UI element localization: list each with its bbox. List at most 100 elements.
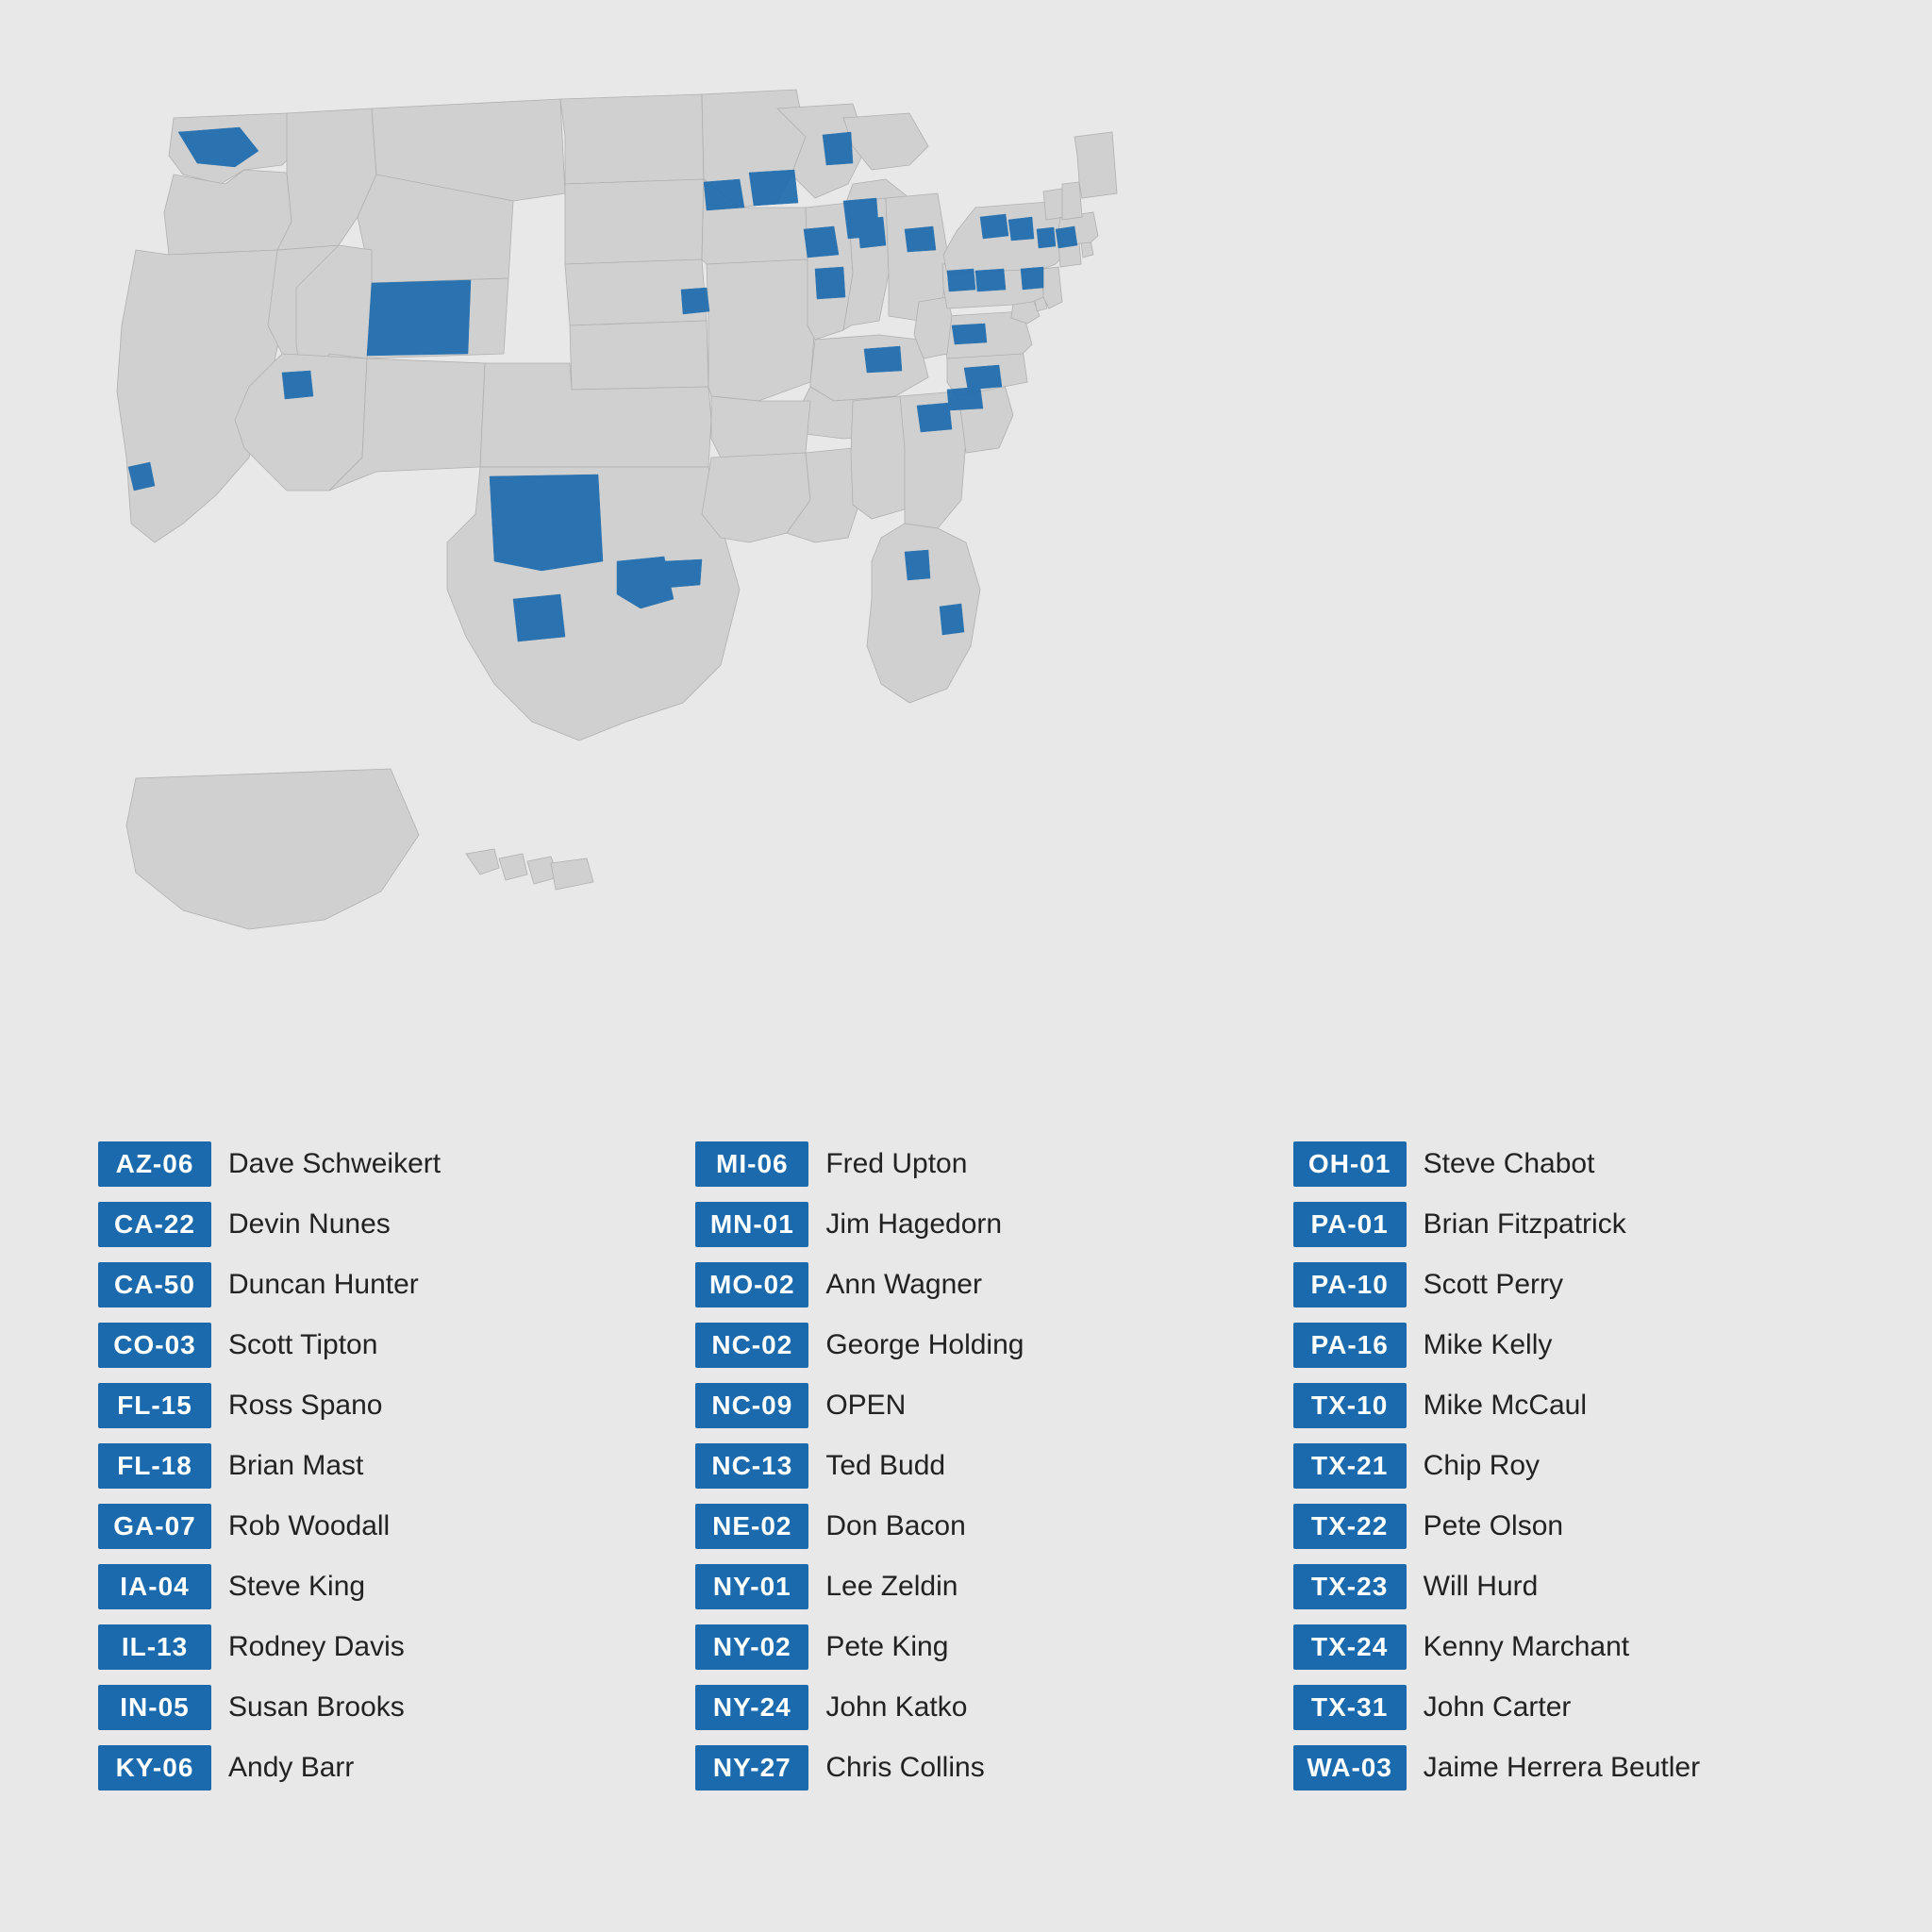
legend-item: PA-01 Brian Fitzpatrick: [1293, 1202, 1834, 1247]
representative-name: Pete Olson: [1424, 1510, 1563, 1542]
representative-name: Ann Wagner: [825, 1269, 982, 1301]
district-badge: KY-06: [98, 1745, 211, 1790]
district-badge: NY-01: [695, 1564, 808, 1609]
representative-name: Brian Mast: [228, 1450, 363, 1482]
legend-item: IL-13Rodney Davis: [98, 1624, 639, 1670]
district-badge: IN-05: [98, 1685, 211, 1730]
representative-name: Will Hurd: [1424, 1571, 1539, 1603]
district-badge: NY-27: [695, 1745, 808, 1790]
legend-item: CA-50 Duncan Hunter: [98, 1262, 639, 1307]
legend-item: IN-05 Susan Brooks: [98, 1685, 639, 1730]
representative-name: Jim Hagedorn: [825, 1208, 1002, 1241]
district-badge: CO-03: [98, 1323, 211, 1368]
district-badge: NE-02: [695, 1504, 808, 1549]
legend-item: OH-01 Steve Chabot: [1293, 1141, 1834, 1187]
district-badge: OH-01: [1293, 1141, 1407, 1187]
district-badge: NC-02: [695, 1323, 808, 1368]
legend-item: NC-13 Ted Budd: [695, 1443, 1236, 1489]
district-badge: MO-02: [695, 1262, 808, 1307]
district-badge: WA-03: [1293, 1745, 1407, 1790]
legend-item: AZ-06 Dave Schweikert: [98, 1141, 639, 1187]
representative-name: George Holding: [825, 1329, 1024, 1361]
representative-name: Devin Nunes: [228, 1208, 391, 1241]
district-badge: PA-10: [1293, 1262, 1407, 1307]
district-badge: MN-01: [695, 1202, 808, 1247]
representative-name: Ted Budd: [825, 1450, 945, 1482]
district-badge: TX-21: [1293, 1443, 1407, 1489]
legend-item: WA-03 Jaime Herrera Beutler: [1293, 1745, 1834, 1790]
representative-name: Scott Tipton: [228, 1329, 377, 1361]
representative-name: OPEN: [825, 1390, 906, 1422]
legend-item: NY-02 Pete King: [695, 1624, 1236, 1670]
legend-item: NE-02 Don Bacon: [695, 1504, 1236, 1549]
district-badge: NC-13: [695, 1443, 808, 1489]
legend-item: NY-27 Chris Collins: [695, 1745, 1236, 1790]
representative-name: Fred Upton: [825, 1148, 967, 1180]
legend-container: AZ-06 Dave Schweikert MI-06Fred Upton OH-01…: [60, 1123, 1872, 1809]
representative-name: Duncan Hunter: [228, 1269, 419, 1301]
legend-item: TX-31 John Carter: [1293, 1685, 1834, 1730]
representative-name: Ross Spano: [228, 1390, 382, 1422]
legend-item: FL-18 Brian Mast: [98, 1443, 639, 1489]
representative-name: Lee Zeldin: [825, 1571, 958, 1603]
district-badge: CA-22: [98, 1202, 211, 1247]
representative-name: Dave Schweikert: [228, 1148, 441, 1180]
legend-item: MN-01 Jim Hagedorn: [695, 1202, 1236, 1247]
legend-item: IA-04 Steve King: [98, 1564, 639, 1609]
district-badge: PA-01: [1293, 1202, 1407, 1247]
representative-name: Chris Collins: [825, 1752, 984, 1784]
district-badge: TX-22: [1293, 1504, 1407, 1549]
legend-item: NC-02 George Holding: [695, 1323, 1236, 1368]
district-badge: NY-24: [695, 1685, 808, 1730]
representative-name: Steve King: [228, 1571, 365, 1603]
representative-name: Jaime Herrera Beutler: [1424, 1752, 1700, 1784]
legend-item: TX-10 Mike McCaul: [1293, 1383, 1834, 1428]
district-badge: PA-16: [1293, 1323, 1407, 1368]
district-badge: FL-18: [98, 1443, 211, 1489]
legend-item: KY-06 Andy Barr: [98, 1745, 639, 1790]
legend-item: TX-22 Pete Olson: [1293, 1504, 1834, 1549]
representative-name: Don Bacon: [825, 1510, 965, 1542]
legend-item: TX-24 Kenny Marchant: [1293, 1624, 1834, 1670]
representative-name: Pete King: [825, 1631, 948, 1663]
legend-item: PA-16 Mike Kelly: [1293, 1323, 1834, 1368]
us-map: [60, 38, 1872, 1075]
district-badge: AZ-06: [98, 1141, 211, 1187]
representative-name: Mike Kelly: [1424, 1329, 1553, 1361]
representative-name: Susan Brooks: [228, 1691, 405, 1724]
legend-item: PA-10 Scott Perry: [1293, 1262, 1834, 1307]
district-badge: NY-02: [695, 1624, 808, 1670]
representative-name: Rob Woodall: [228, 1510, 390, 1542]
map-container: [60, 38, 1872, 1075]
legend-item: NY-01 Lee Zeldin: [695, 1564, 1236, 1609]
district-badge: IL-13: [98, 1624, 211, 1670]
legend-item: MI-06Fred Upton: [695, 1141, 1236, 1187]
district-badge: CA-50: [98, 1262, 211, 1307]
district-badge: TX-10: [1293, 1383, 1407, 1428]
district-badge: FL-15: [98, 1383, 211, 1428]
page-container: AZ-06 Dave Schweikert MI-06Fred Upton OH-01…: [0, 0, 1932, 1932]
representative-name: Brian Fitzpatrick: [1424, 1208, 1626, 1241]
legend-item: TX-21 Chip Roy: [1293, 1443, 1834, 1489]
representative-name: John Katko: [825, 1691, 967, 1724]
legend-item: NY-24 John Katko: [695, 1685, 1236, 1730]
district-badge: IA-04: [98, 1564, 211, 1609]
legend-item: CA-22 Devin Nunes: [98, 1202, 639, 1247]
legend-item: MO-02 Ann Wagner: [695, 1262, 1236, 1307]
district-badge: TX-23: [1293, 1564, 1407, 1609]
representative-name: John Carter: [1424, 1691, 1572, 1724]
representative-name: Mike McCaul: [1424, 1390, 1587, 1422]
representative-name: Steve Chabot: [1424, 1148, 1595, 1180]
representative-name: Kenny Marchant: [1424, 1631, 1629, 1663]
legend-item: NC-09OPEN: [695, 1383, 1236, 1428]
representative-name: Andy Barr: [228, 1752, 354, 1784]
district-badge: TX-31: [1293, 1685, 1407, 1730]
district-badge: TX-24: [1293, 1624, 1407, 1670]
legend-item: FL-15 Ross Spano: [98, 1383, 639, 1428]
legend-item: GA-07 Rob Woodall: [98, 1504, 639, 1549]
legend-item: CO-03 Scott Tipton: [98, 1323, 639, 1368]
district-badge: GA-07: [98, 1504, 211, 1549]
representative-name: Scott Perry: [1424, 1269, 1563, 1301]
legend-item: TX-23 Will Hurd: [1293, 1564, 1834, 1609]
representative-name: Chip Roy: [1424, 1450, 1540, 1482]
